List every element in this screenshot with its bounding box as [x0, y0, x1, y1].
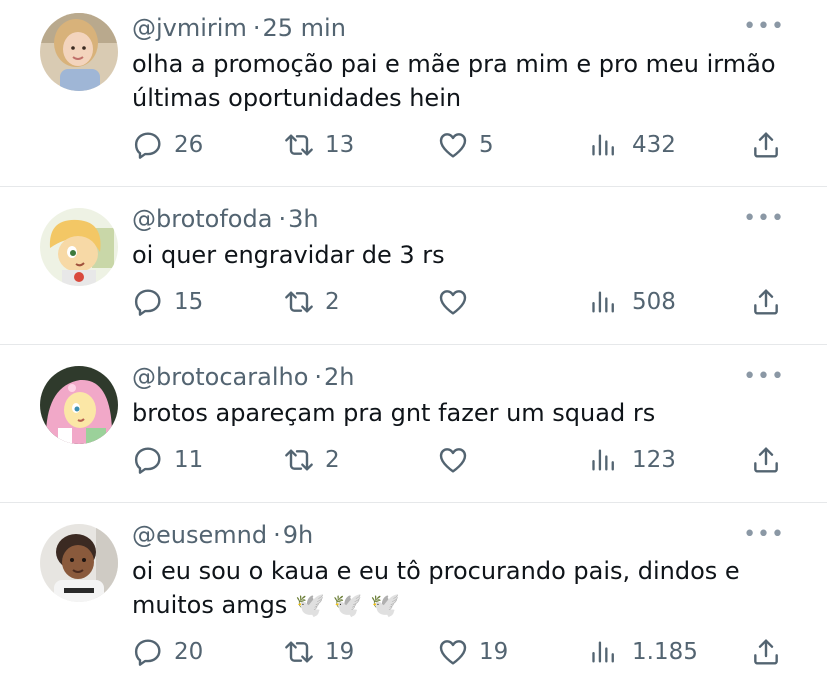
avatar[interactable] [40, 208, 118, 286]
tweet-handle[interactable]: @brotofoda [132, 205, 272, 233]
avatar[interactable] [40, 366, 118, 444]
tweet-header: @brotofoda ·3h [132, 204, 319, 234]
retweet-icon [285, 134, 313, 156]
like-button[interactable] [437, 444, 479, 476]
reply-button[interactable]: 15 [132, 286, 203, 318]
reply-button[interactable]: 20 [132, 636, 203, 668]
retweet-button[interactable]: 19 [283, 636, 354, 668]
tweet-header: @jvmirim ·25 min [132, 13, 346, 43]
like-icon [439, 133, 467, 158]
tweet[interactable]: @brotofoda ·3h ••• oi quer engravidar de … [0, 187, 827, 345]
reply-icon [134, 289, 161, 316]
views-icon [592, 449, 614, 471]
more-icon[interactable]: ••• [743, 524, 785, 546]
separator: · [273, 521, 281, 549]
tweet-actions: 20 19 19 1.185 [0, 636, 827, 668]
tweet-header: @eusemnd ·9h [132, 520, 313, 550]
views-button[interactable]: 1.185 [590, 636, 698, 668]
tweet-time[interactable]: 25 min [262, 14, 345, 42]
tweet-time[interactable]: 3h [288, 205, 318, 233]
separator: · [314, 363, 323, 391]
retweet-count: 2 [325, 289, 340, 315]
retweet-count: 2 [325, 447, 340, 473]
retweet-count: 13 [325, 132, 355, 158]
reply-count: 20 [174, 639, 204, 665]
like-icon [439, 640, 467, 665]
views-count: 1.185 [632, 639, 698, 665]
retweet-icon [285, 449, 313, 471]
separator: · [252, 14, 261, 42]
separator: · [278, 205, 287, 233]
views-icon [592, 641, 614, 663]
share-button[interactable] [750, 129, 792, 161]
like-button[interactable]: 5 [437, 129, 494, 161]
views-count: 432 [632, 132, 676, 158]
more-icon[interactable]: ••• [743, 366, 785, 388]
like-button[interactable] [437, 286, 479, 318]
reply-icon [134, 639, 161, 666]
tweet[interactable]: @eusemnd ·9h ••• oi eu sou o kaua e eu tô… [0, 503, 827, 687]
share-button[interactable] [750, 286, 792, 318]
tweet-actions: 15 2 508 [0, 286, 827, 318]
tweet-text: oi quer engravidar de 3 rs [132, 241, 445, 269]
like-icon [439, 448, 467, 473]
avatar[interactable] [40, 524, 118, 602]
views-count: 123 [632, 447, 676, 473]
tweet-handle[interactable]: @jvmirim [132, 14, 247, 42]
like-icon [439, 290, 467, 315]
reply-button[interactable]: 11 [132, 444, 203, 476]
retweet-button[interactable]: 2 [283, 444, 340, 476]
share-icon [754, 447, 778, 473]
tweet[interactable]: @jvmirim ·25 min ••• olha a promoção pai … [0, 0, 827, 187]
tweet[interactable]: @brotocaralho ·2h ••• brotos apareçam pra… [0, 345, 827, 503]
tweet-handle[interactable]: @brotocaralho [132, 363, 308, 391]
share-button[interactable] [750, 636, 792, 668]
share-icon [754, 132, 778, 158]
retweet-icon [285, 291, 313, 313]
avatar[interactable] [40, 13, 118, 91]
reply-count: 11 [174, 447, 204, 473]
reply-icon [134, 132, 161, 159]
like-button[interactable]: 19 [437, 636, 508, 668]
reply-icon [134, 447, 161, 474]
tweet-text: olha a promoção pai e mãe pra mim e pro … [132, 50, 776, 112]
tweet-time[interactable]: 2h [324, 363, 354, 391]
views-button[interactable]: 508 [590, 286, 676, 318]
reply-feed: @jvmirim ·25 min ••• olha a promoção pai … [0, 0, 827, 687]
retweet-count: 19 [325, 639, 355, 665]
tweet-time[interactable]: 9h [283, 521, 313, 549]
views-icon [592, 291, 614, 313]
reply-button[interactable]: 26 [132, 129, 203, 161]
reply-count: 15 [174, 289, 204, 315]
tweet-handle[interactable]: @eusemnd [132, 521, 267, 549]
retweet-button[interactable]: 13 [283, 129, 354, 161]
views-count: 508 [632, 289, 676, 315]
views-icon [592, 134, 614, 156]
share-icon [754, 639, 778, 665]
like-count: 19 [479, 639, 509, 665]
more-icon[interactable]: ••• [743, 16, 785, 38]
like-count: 5 [479, 132, 494, 158]
reply-count: 26 [174, 132, 204, 158]
tweet-actions: 26 13 5 432 [0, 129, 827, 161]
tweet-actions: 11 2 123 [0, 444, 827, 476]
tweet-text: brotos apareçam pra gnt fazer um squad r… [132, 399, 656, 427]
tweet-text: oi eu sou o kaua e eu tô procurando pais… [132, 557, 740, 619]
share-icon [754, 289, 778, 315]
more-icon[interactable]: ••• [743, 208, 785, 230]
retweet-icon [285, 641, 313, 663]
share-button[interactable] [750, 444, 792, 476]
views-button[interactable]: 432 [590, 129, 676, 161]
views-button[interactable]: 123 [590, 444, 676, 476]
tweet-header: @brotocaralho ·2h [132, 362, 355, 392]
retweet-button[interactable]: 2 [283, 286, 340, 318]
